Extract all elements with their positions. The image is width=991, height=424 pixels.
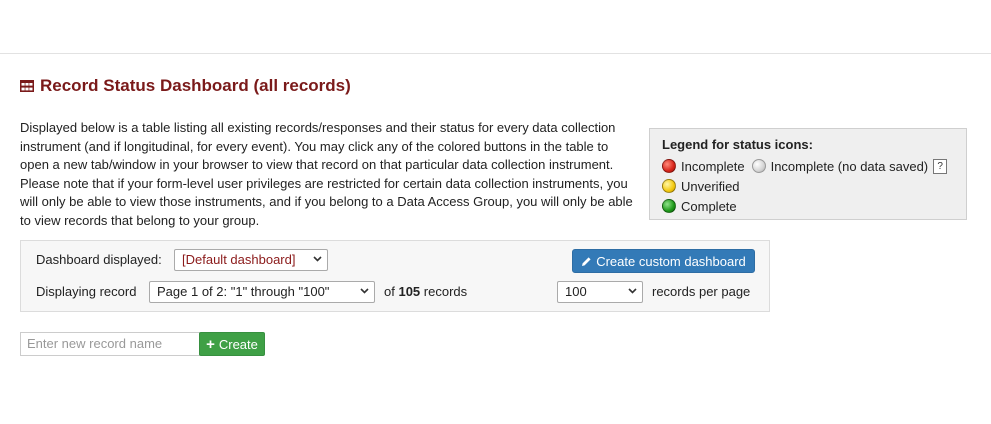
- legend-incomplete-label: Incomplete: [681, 158, 745, 174]
- header-divider: [0, 53, 991, 54]
- record-count-text: of 105 records: [384, 284, 467, 299]
- dashboard-select-value: [Default dashboard]: [182, 252, 296, 267]
- page-title: Record Status Dashboard (all records): [20, 76, 351, 96]
- pencil-icon: [582, 256, 591, 266]
- plus-icon: +: [206, 335, 215, 353]
- create-custom-dashboard-button[interactable]: Create custom dashboard: [572, 249, 755, 273]
- dashboard-displayed-label: Dashboard displayed:: [36, 252, 162, 267]
- create-record-label: Create: [218, 336, 258, 352]
- create-custom-dashboard-label: Create custom dashboard: [596, 253, 746, 269]
- unverified-status-icon: [662, 179, 676, 193]
- status-legend: Legend for status icons: Incomplete Inco…: [649, 128, 967, 220]
- new-record-input[interactable]: Enter new record name: [20, 332, 200, 356]
- chevron-down-icon: [313, 256, 322, 262]
- incomplete-status-icon: [662, 159, 676, 173]
- legend-complete-label: Complete: [681, 198, 737, 214]
- page-select[interactable]: Page 1 of 2: "1" through "100": [149, 281, 375, 303]
- record-count: 105: [398, 284, 421, 299]
- incomplete-no-data-status-icon: [751, 159, 766, 173]
- displaying-record-label: Displaying record: [36, 284, 137, 299]
- create-record-button[interactable]: + Create: [199, 332, 265, 356]
- records-per-page-label: records per page: [652, 284, 751, 299]
- chevron-down-icon: [628, 288, 637, 294]
- intro-text: Displayed below is a table listing all e…: [20, 120, 633, 228]
- dashboard-controls-panel: Dashboard displayed: [Default dashboard]…: [20, 240, 770, 312]
- page-select-value: Page 1 of 2: "1" through "100": [157, 284, 330, 299]
- of-label: of: [384, 284, 395, 299]
- table-icon: [20, 80, 34, 92]
- page-title-text: Record Status Dashboard (all records): [40, 76, 351, 95]
- dashboard-select[interactable]: [Default dashboard]: [174, 249, 328, 271]
- legend-incomplete-no-data-label: Incomplete (no data saved): [770, 158, 929, 174]
- complete-status-icon: [662, 199, 676, 213]
- records-per-page-value: 100: [565, 284, 587, 299]
- legend-heading: Legend for status icons:: [662, 137, 813, 152]
- new-record-placeholder: Enter new record name: [27, 336, 163, 351]
- legend-unverified-label: Unverified: [681, 178, 740, 194]
- help-icon[interactable]: ?: [933, 158, 948, 174]
- records-per-page-select[interactable]: 100: [557, 281, 643, 303]
- records-label: records: [423, 284, 468, 299]
- chevron-down-icon: [360, 288, 369, 294]
